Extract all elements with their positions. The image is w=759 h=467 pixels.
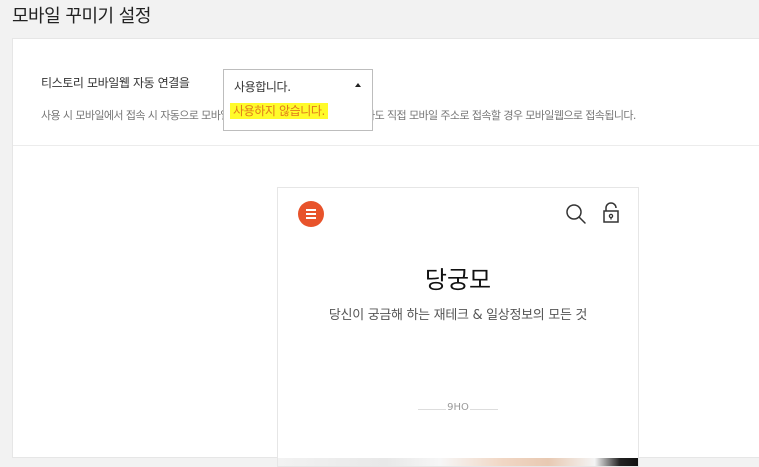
blog-title: 당궁모 xyxy=(424,266,492,294)
post-thumbnail-strip xyxy=(278,458,638,466)
author-divider-right xyxy=(470,409,498,410)
lock-icon[interactable] xyxy=(602,202,620,224)
mobile-web-auto-connect-select[interactable]: 사용합니다. xyxy=(223,69,373,99)
dropdown-option-do-not-use[interactable]: 사용하지 않습니다. xyxy=(230,103,328,119)
blog-description: 당신이 궁금해 하는 재테크 & 일상정보의 모든 것 xyxy=(328,308,588,323)
settings-panel: 티스토리 모바일웹 자동 연결을 사용 시 모바일에서 접속 시 자동으로 모바… xyxy=(12,38,759,467)
search-icon[interactable] xyxy=(565,203,587,225)
mobile-web-auto-connect-label: 티스토리 모바일웹 자동 연결을 xyxy=(41,76,190,90)
select-value: 사용합니다. xyxy=(234,80,291,94)
blog-author: 9HO xyxy=(447,402,469,413)
menu-icon[interactable] xyxy=(298,201,324,227)
mobile-web-auto-connect-description: 사용 시 모바일에서 접속 시 자동으로 모바일웹으로 연결됩니다. 사용하지 … xyxy=(41,109,636,122)
caret-up-icon xyxy=(355,83,361,87)
mobile-preview: 당궁모 당신이 궁금해 하는 재테크 & 일상정보의 모든 것 9HO xyxy=(277,187,639,467)
page-title: 모바일 꾸미기 설정 xyxy=(12,6,151,27)
divider xyxy=(13,145,759,146)
dropdown-menu: 사용하지 않습니다. xyxy=(223,98,373,131)
